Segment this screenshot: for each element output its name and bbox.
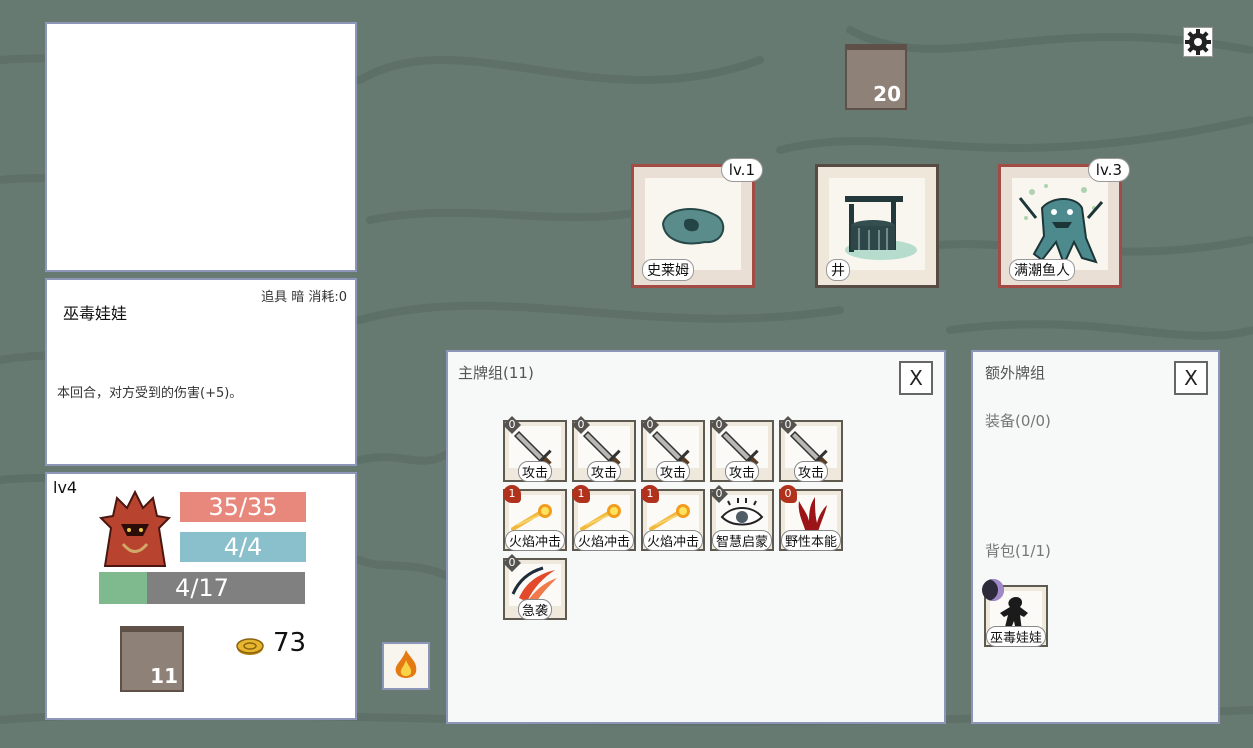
player-panel: lv4 35/35 4/4 4/17 11 73 [45, 472, 357, 720]
main-deck-close-button[interactable]: X [899, 361, 933, 395]
equipment-label: 装备(0/0) [985, 412, 1051, 430]
hp-bar: 35/35 [180, 492, 306, 522]
draw-pile-count: 11 [150, 664, 178, 688]
extra-deck-title: 额外牌组 [985, 364, 1046, 382]
card-cost: 1 [641, 485, 659, 503]
card-description: 本回合，对方受到的伤害(+5)。 [57, 386, 243, 401]
card-cost: 0 [779, 485, 797, 503]
card-meta: 追具 暗 消耗:0 [261, 290, 347, 305]
bag-label: 背包(1/1) [985, 542, 1051, 560]
coin-icon [236, 638, 264, 655]
card-label: 攻击 [586, 461, 622, 482]
player-avatar [98, 489, 172, 567]
preview-panel [45, 22, 357, 272]
deck-card[interactable]: 0 攻击 [503, 416, 567, 482]
card-cost: 1 [503, 485, 521, 503]
deck-card[interactable]: 1 火焰冲击 [641, 485, 705, 551]
moon-icon [982, 579, 1004, 601]
enemy-name: 井 [826, 259, 850, 281]
card-label: 野性本能 [780, 530, 842, 551]
draw-pile[interactable]: 11 [120, 626, 184, 692]
slime-icon [661, 208, 725, 245]
exp-bar: 4/17 [99, 572, 305, 604]
main-deck-panel: 主牌组(11) X 0 攻击 0 攻击 0 攻击 0 攻击 0 攻击 1 火焰冲击 1 火焰冲击 1 火焰冲击… [446, 350, 946, 724]
fire-icon [395, 650, 417, 678]
card-label: 智慧启蒙 [711, 530, 773, 551]
mana-bar: 4/4 [180, 532, 306, 562]
card-label: 攻击 [724, 461, 760, 482]
deck-card[interactable]: 0 攻击 [641, 416, 705, 482]
exp-text: 4/17 [175, 574, 229, 602]
enemy-card-well[interactable]: 井 [815, 164, 939, 288]
player-level: lv4 [53, 478, 78, 497]
card-title: 巫毒娃娃 [63, 304, 128, 323]
deck-card[interactable]: 0 野性本能 [779, 485, 843, 551]
deck-card[interactable]: 0 攻击 [710, 416, 774, 482]
fishman-icon [1018, 184, 1104, 267]
card-label: 急袭 [517, 599, 553, 620]
settings-button[interactable] [1183, 27, 1213, 57]
enemy-level-badge: lv.1 [720, 158, 763, 182]
enemy-name: 史莱姆 [642, 259, 694, 281]
card-label: 攻击 [655, 461, 691, 482]
deck-stack-count: 20 [873, 82, 901, 106]
deck-card[interactable]: 0 攻击 [572, 416, 636, 482]
card-label: 攻击 [517, 461, 553, 482]
bag-item-label: 巫毒娃娃 [985, 626, 1047, 647]
bag-item-voodoo-doll[interactable]: 巫毒娃娃 [982, 579, 1048, 647]
enemy-name: 满潮鱼人 [1009, 259, 1075, 281]
skill-button[interactable] [382, 642, 430, 690]
extra-deck-panel: 额外牌组 X 装备(0/0) 背包(1/1) 巫毒娃娃 [971, 350, 1220, 724]
deck-stack[interactable]: 20 [845, 44, 907, 110]
deck-card[interactable]: 0 攻击 [779, 416, 843, 482]
gear-icon [1185, 29, 1211, 55]
gold-amount: 73 [273, 628, 307, 658]
deck-card[interactable]: 1 火焰冲击 [503, 485, 567, 551]
well-icon [845, 196, 917, 260]
card-label: 火焰冲击 [504, 530, 566, 551]
card-info-panel: 追具 暗 消耗:0 巫毒娃娃 本回合，对方受到的伤害(+5)。 [45, 278, 357, 466]
card-label: 火焰冲击 [573, 530, 635, 551]
enemy-card-fishman[interactable]: 满潮鱼人 lv.3 [998, 158, 1130, 288]
card-cost: 1 [572, 485, 590, 503]
card-label: 攻击 [793, 461, 829, 482]
deck-card[interactable]: 0 智慧启蒙 [710, 485, 774, 551]
enemy-level-badge: lv.3 [1087, 158, 1130, 182]
card-label: 火焰冲击 [642, 530, 704, 551]
main-deck-title: 主牌组(11) [458, 364, 534, 382]
deck-card[interactable]: 0 急袭 [503, 554, 567, 620]
deck-card[interactable]: 1 火焰冲击 [572, 485, 636, 551]
enemy-card-slime[interactable]: 史莱姆 lv.1 [631, 158, 763, 288]
extra-deck-close-button[interactable]: X [1174, 361, 1208, 395]
